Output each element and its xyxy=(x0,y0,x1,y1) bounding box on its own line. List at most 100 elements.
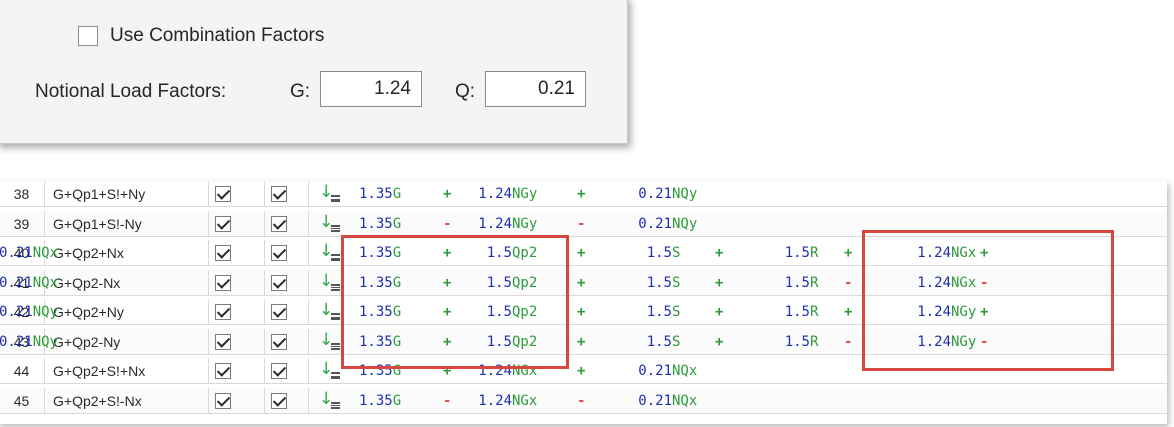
load-case-name: S xyxy=(672,274,681,291)
active-checkbox[interactable] xyxy=(215,392,231,409)
factor-term: 1.5S xyxy=(647,240,681,266)
factor-term: 0.21NQx xyxy=(0,240,58,266)
plus-operator: + xyxy=(715,304,724,320)
factor-value: 0.21 xyxy=(0,333,33,350)
active-checkbox[interactable] xyxy=(215,304,231,320)
include-checkbox[interactable] xyxy=(271,304,287,320)
factor-value: 1.5 xyxy=(784,274,810,291)
include-checkbox[interactable] xyxy=(271,186,287,202)
active-cell xyxy=(209,181,265,207)
include-checkbox[interactable] xyxy=(271,392,287,409)
equals-bars-icon xyxy=(331,313,340,320)
include-checkbox[interactable] xyxy=(271,215,287,232)
highlight-box-notional-factors xyxy=(862,230,1114,371)
factor-term: 1.35G xyxy=(359,181,401,207)
factor-value: 1.5 xyxy=(646,274,672,291)
notional-load-factors-label: Notional Load Factors: xyxy=(35,81,227,102)
factor-term: 1.5S xyxy=(647,270,681,296)
factor-value: 1.35 xyxy=(359,392,393,409)
active-checkbox[interactable] xyxy=(215,245,231,261)
equals-bars-icon xyxy=(331,254,340,261)
factor-term: 1.24NGy xyxy=(478,181,537,207)
active-checkbox[interactable] xyxy=(215,363,231,379)
load-direction-cell[interactable]: ↓ xyxy=(309,211,351,237)
equals-bars-icon xyxy=(331,342,340,350)
minus-operator: - xyxy=(443,215,452,232)
combination-name[interactable]: G+Qp1+S!+Ny xyxy=(45,181,209,207)
factor-value: 0.21 xyxy=(638,363,672,379)
active-cell xyxy=(209,210,265,237)
include-checkbox[interactable] xyxy=(271,333,287,350)
load-case-name: R xyxy=(810,333,819,350)
equals-bars-icon xyxy=(331,401,340,409)
include-checkbox[interactable] xyxy=(271,274,287,291)
include-cell xyxy=(265,328,309,355)
load-case-name: NQx xyxy=(672,392,698,409)
combination-name[interactable]: G+Qp2+S!-Nx xyxy=(45,387,209,414)
row-id: 44 xyxy=(0,358,45,384)
table-row[interactable]: 38 G+Qp1+S!+Ny ↓ 1.35G +1.24NGy +0.21NQy xyxy=(0,181,1167,207)
minus-operator: - xyxy=(577,215,586,232)
include-cell xyxy=(265,358,309,384)
include-checkbox[interactable] xyxy=(271,245,287,261)
minus-operator: - xyxy=(844,274,853,291)
factor-value: 1.5 xyxy=(646,304,672,320)
include-cell xyxy=(265,240,309,266)
combination-name[interactable]: G+Qp2-Ny xyxy=(45,328,209,355)
factor-value: 0.21 xyxy=(638,186,672,202)
plus-operator: + xyxy=(844,245,853,261)
factor-term: 1.5R xyxy=(785,329,819,355)
factor-value: 1.5 xyxy=(646,333,672,350)
notional-load-options-panel: Use Combination Factors Notional Load Fa… xyxy=(0,0,628,144)
factor-value: 0.21 xyxy=(0,274,33,291)
use-combination-factors-row[interactable]: Use Combination Factors xyxy=(78,25,324,47)
combination-name[interactable]: G+Qp1+S!-Ny xyxy=(45,210,209,237)
load-direction-cell[interactable]: ↓ xyxy=(309,181,351,207)
g-factor-input[interactable] xyxy=(320,71,422,107)
factor-term: 0.21NQy xyxy=(638,211,697,237)
plus-operator: + xyxy=(844,304,853,320)
load-case-name: NQy xyxy=(672,186,698,202)
load-case-name: NQx xyxy=(32,245,59,261)
load-case-name: G xyxy=(392,392,402,409)
load-case-name: G xyxy=(392,186,402,202)
factor-term: 1.24NGx xyxy=(478,388,537,414)
use-combination-factors-checkbox[interactable] xyxy=(78,26,98,46)
factor-term: 1.24NGy xyxy=(478,211,537,237)
factor-value: 0.21 xyxy=(638,215,672,232)
combination-name[interactable]: G+Qp2-Nx xyxy=(45,269,209,296)
plus-operator: + xyxy=(715,245,724,261)
load-case-name: NQy xyxy=(32,304,59,320)
plus-operator: + xyxy=(715,274,724,291)
active-checkbox[interactable] xyxy=(215,215,231,232)
load-case-name: NGy xyxy=(512,186,538,202)
row-id: 39 xyxy=(0,210,45,237)
combination-name[interactable]: G+Qp2+Ny xyxy=(45,299,209,325)
active-cell xyxy=(209,269,265,296)
active-checkbox[interactable] xyxy=(215,274,231,291)
load-case-name: G xyxy=(392,215,402,232)
factor-term: 0.21NQy xyxy=(0,299,58,325)
plus-operator: + xyxy=(577,333,586,350)
active-cell xyxy=(209,387,265,414)
load-direction-cell[interactable]: ↓ xyxy=(309,388,351,414)
equals-bars-icon xyxy=(331,224,340,232)
q-factor-input[interactable] xyxy=(485,71,586,107)
combination-name[interactable]: G+Qp2+S!+Nx xyxy=(45,358,209,384)
factor-term: 0.21NQy xyxy=(638,181,697,207)
include-cell xyxy=(265,210,309,237)
table-row[interactable]: 45 G+Qp2+S!-Nx ↓ 1.35G - 1.24NGx - 0.21NQx xyxy=(0,387,1167,414)
include-checkbox[interactable] xyxy=(271,363,287,379)
factor-value: 0.21 xyxy=(0,304,33,320)
active-checkbox[interactable] xyxy=(215,186,231,202)
include-cell xyxy=(265,269,309,296)
active-checkbox[interactable] xyxy=(215,333,231,350)
load-case-name: R xyxy=(810,304,819,320)
factor-term: 1.35G xyxy=(359,211,401,237)
plus-operator: + xyxy=(577,363,586,379)
factor-value: 1.24 xyxy=(478,392,512,409)
combination-name[interactable]: G+Qp2+Nx xyxy=(45,240,209,266)
plus-operator: + xyxy=(715,333,724,350)
factor-term: 0.21NQy xyxy=(0,329,58,355)
load-case-name: NGx xyxy=(512,392,538,409)
